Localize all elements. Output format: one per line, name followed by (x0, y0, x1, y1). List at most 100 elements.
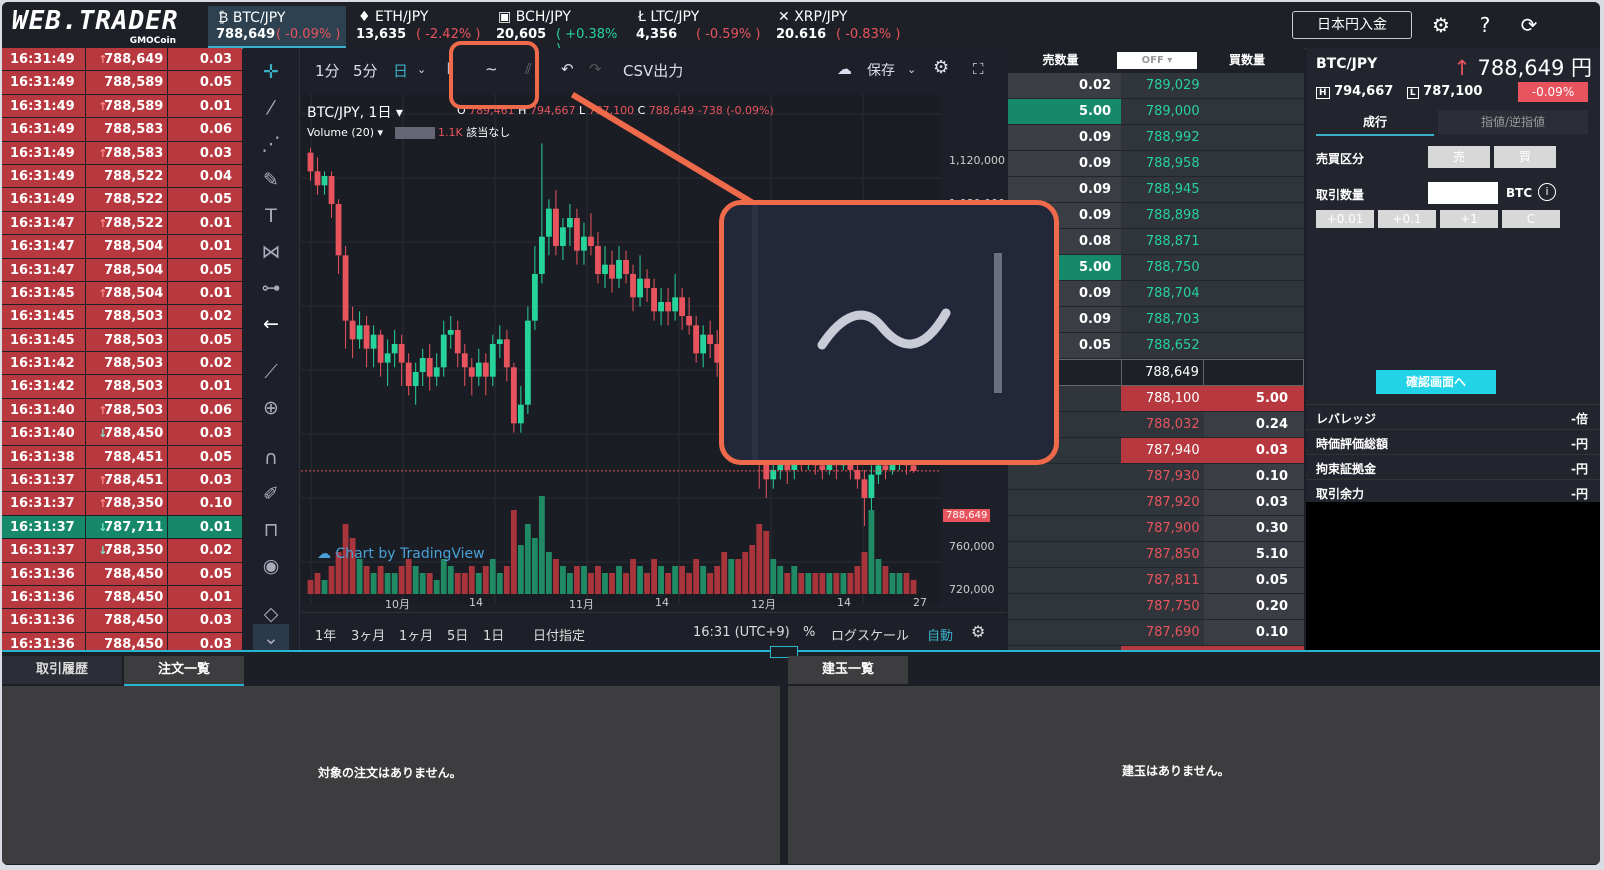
candle-body (644, 278, 650, 288)
deposit-button[interactable]: 日本円入金 (1292, 11, 1412, 39)
save-button[interactable]: 保存 (867, 60, 895, 80)
trade-price: ↑ 788,503 (85, 398, 168, 423)
ask-buy-qty (1203, 73, 1304, 98)
pattern-icon[interactable]: ⋈ (257, 238, 285, 266)
step-button[interactable]: +0.01 (1316, 210, 1374, 228)
bid-row[interactable]: 787,920 0.03 (1008, 490, 1304, 516)
ask-row[interactable]: 5.00 789,000 (1008, 99, 1304, 125)
bid-row[interactable]: 787,900 0.30 (1008, 516, 1304, 542)
refresh-icon[interactable]: ⟳ (1516, 12, 1542, 38)
ask-row[interactable]: 0.09 788,992 (1008, 125, 1304, 151)
bid-price: 787,811 (1121, 568, 1204, 593)
chevron-down-icon[interactable]: ⌄ (417, 63, 426, 76)
log-scale-toggle[interactable]: ログスケール (831, 625, 909, 644)
tab-limit-order[interactable]: 指値/逆指値 (1438, 110, 1588, 134)
ticker-tab[interactable]: ₿ BTC/JPY 788,649 ( -0.09% ) (208, 6, 346, 49)
bid-price: 787,920 (1121, 490, 1204, 515)
zoom-in-icon[interactable]: ⊕ (257, 394, 285, 422)
percent-toggle[interactable]: % (803, 625, 815, 640)
clear-button[interactable]: C (1502, 210, 1560, 228)
cloud-icon[interactable]: ☁ (837, 60, 852, 78)
tab-market-order[interactable]: 成行 (1316, 110, 1434, 136)
lock-pen-icon[interactable]: ✐ (257, 480, 285, 508)
bid-sell-qty (1008, 516, 1122, 541)
chevron-down-icon[interactable]: ⌄ (907, 63, 916, 76)
crosshair-icon[interactable]: ✛ (257, 58, 285, 86)
info-icon[interactable]: i (1538, 183, 1556, 201)
volume-bar (384, 573, 391, 594)
brush-icon[interactable]: ✎ (257, 166, 285, 194)
trend-line-icon[interactable]: ⁄ (257, 94, 285, 122)
bid-row[interactable]: 787,850 5.10 (1008, 542, 1304, 568)
candle-body (328, 176, 335, 204)
trade-amount: 0.10 (167, 492, 242, 516)
ask-row[interactable]: 0.09 788,945 (1008, 177, 1304, 203)
back-arrow-icon[interactable]: ← (257, 310, 285, 338)
up-arrow-icon: ↑ (98, 146, 108, 160)
range-1d[interactable]: 1日 (483, 625, 504, 644)
volume-legend: Volume (20) ▾ 1.1K 該当なし (307, 126, 511, 139)
confirm-button[interactable]: 確認画面へ (1376, 370, 1496, 394)
book-toggle[interactable]: OFF ▾ (1117, 52, 1197, 69)
trade-time: 16:31:49 (2, 94, 86, 119)
interval-5m[interactable]: 5分 (353, 60, 378, 81)
bid-row[interactable]: 787,690 0.10 (1008, 620, 1304, 646)
step-button[interactable]: +1 (1440, 210, 1498, 228)
csv-export-button[interactable]: CSV出力 (623, 60, 683, 81)
date-range-button[interactable]: 日付指定 (533, 625, 585, 644)
legend-buttons[interactable] (394, 127, 435, 139)
range-1y[interactable]: 1年 (315, 625, 336, 644)
text-icon[interactable]: T (257, 202, 285, 230)
volume-bar (791, 566, 798, 594)
gear-icon[interactable]: ⚙ (1428, 12, 1454, 38)
chevron-down-icon[interactable]: ⌄ (253, 624, 289, 652)
buy-button[interactable]: 買 (1494, 146, 1556, 168)
interval-1m[interactable]: 1分 (315, 60, 340, 81)
trade-row: 16:31:45 ↑ 788,504 0.01 (2, 281, 242, 306)
question-icon[interactable]: ? (1472, 12, 1498, 38)
step-button[interactable]: +0.1 (1378, 210, 1436, 228)
ask-row[interactable]: 0.09 788,958 (1008, 151, 1304, 177)
up-arrow-icon: ↑ (98, 474, 108, 488)
candle-body (412, 372, 419, 386)
volume-bar (510, 510, 517, 594)
trade-price: 788,583 (85, 118, 168, 142)
tab-trade-history[interactable]: 取引履歴 (2, 656, 122, 684)
ticker-tab[interactable]: ✕ XRP/JPY 20.616 ( -0.83% ) (768, 6, 906, 46)
fullscreen-icon[interactable]: ⛶ (973, 60, 984, 78)
redo-icon[interactable]: ↷ (589, 60, 602, 78)
magnet-icon[interactable]: ∩ (257, 444, 285, 472)
ticker-tab[interactable]: Ł LTC/JPY 4,356 ( -0.59% ) (628, 6, 766, 46)
trade-amount: 0.06 (167, 118, 242, 142)
bid-qty: 0.10 (1203, 620, 1304, 645)
ruler-icon[interactable]: ⟋ (257, 358, 285, 386)
ticker-tab[interactable]: ♦ ETH/JPY 13,635 ( -2.42% ) (348, 6, 486, 46)
gear-icon[interactable]: ⚙ (971, 622, 985, 641)
chart-symbol-label[interactable]: BTC/JPY, 1日 ▾ (307, 102, 403, 122)
undo-icon[interactable]: ↶ (561, 60, 574, 78)
sell-button[interactable]: 売 (1428, 146, 1490, 168)
range-3m[interactable]: 3ヶ月 (351, 625, 385, 644)
tab-positions[interactable]: 建玉一覧 (788, 656, 908, 684)
x-tick: 10月 (385, 598, 410, 611)
measure-icon[interactable]: ⊶ (257, 274, 285, 302)
range-5d[interactable]: 5日 (447, 625, 468, 644)
ticker-tab[interactable]: ▣ BCH/JPY 20,605 ( +0.38% ) (488, 6, 626, 57)
tab-order-list[interactable]: 注文一覧 (124, 656, 244, 686)
candle-body (405, 362, 412, 386)
trade-time: 16:31:37 (2, 539, 86, 563)
bid-row[interactable]: 787,811 0.05 (1008, 568, 1304, 594)
auto-scale-toggle[interactable]: 自動 (927, 625, 953, 644)
bid-row[interactable]: 787,930 0.10 (1008, 464, 1304, 490)
pitchfork-icon[interactable]: ⋰ (257, 130, 285, 158)
trade-amount: 0.02 (167, 352, 242, 376)
range-1m[interactable]: 1ヶ月 (399, 625, 433, 644)
ask-price: 788,703 (1121, 307, 1204, 332)
interval-day[interactable]: 日 (393, 60, 408, 81)
unlock-icon[interactable]: ⊓ (257, 516, 285, 544)
gear-icon[interactable]: ⚙ (933, 57, 949, 78)
qty-input[interactable] (1428, 182, 1498, 204)
ask-row[interactable]: 0.02 789,029 (1008, 73, 1304, 99)
eye-icon[interactable]: ◉ (257, 552, 285, 580)
bid-row[interactable]: 787,750 0.20 (1008, 594, 1304, 620)
